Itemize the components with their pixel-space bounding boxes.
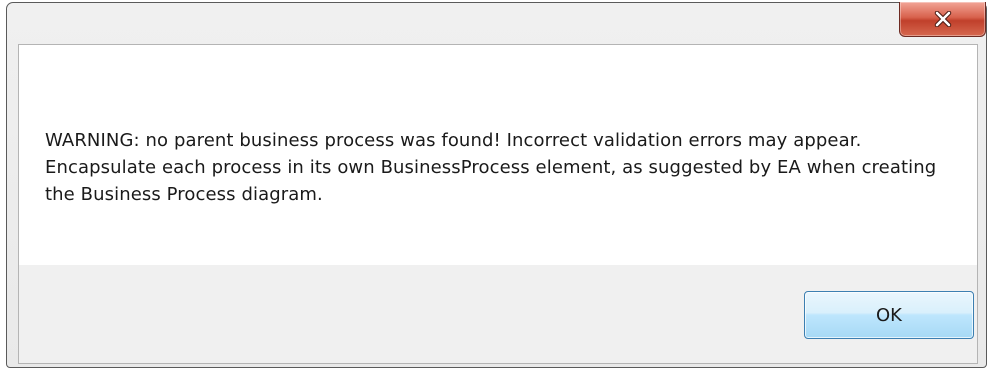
ok-button[interactable]: OK [804,291,974,339]
message-area: WARNING: no parent business process was … [19,45,977,265]
message-dialog: WARNING: no parent business process was … [6,2,987,368]
warning-message: WARNING: no parent business process was … [45,130,937,205]
dialog-body: WARNING: no parent business process was … [18,44,978,364]
close-button[interactable] [899,2,986,37]
close-x-icon [934,11,952,27]
